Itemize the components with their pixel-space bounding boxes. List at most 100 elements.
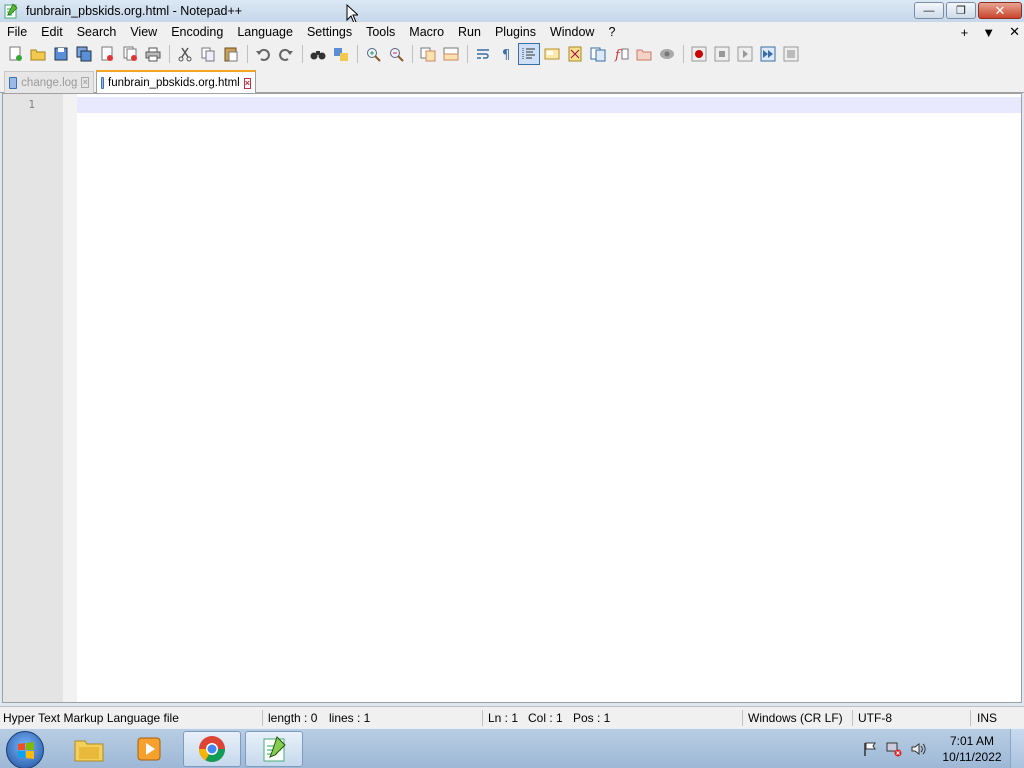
save-macro-button[interactable] — [780, 43, 802, 65]
chrome-icon — [198, 736, 226, 763]
status-eol-format[interactable]: Windows (CR LF) — [748, 711, 843, 725]
user-defined-language-button[interactable] — [541, 43, 563, 65]
menu-language[interactable]: Language — [230, 22, 300, 42]
menu-view[interactable]: View — [123, 22, 164, 42]
toolbar-separator — [169, 45, 170, 63]
tab-close-icon[interactable]: × — [243, 77, 251, 89]
taskbar-windows-explorer[interactable] — [60, 731, 118, 767]
tab-funbrain-pbskids[interactable]: funbrain_pbskids.org.html × — [96, 70, 256, 94]
clock-time: 7:01 AM — [949, 734, 995, 748]
save-button[interactable] — [50, 43, 72, 65]
zoom-in-button[interactable] — [362, 43, 384, 65]
play-icon — [737, 46, 753, 62]
menu-edit[interactable]: Edit — [34, 22, 70, 42]
tab-bar: change.log × funbrain_pbskids.org.html × — [0, 66, 1024, 94]
record-macro-button[interactable] — [688, 43, 710, 65]
system-clock[interactable]: 7:01 AM 10/11/2022 — [934, 733, 1010, 765]
new-tab-plus-icon[interactable]: + — [961, 25, 969, 40]
find-button[interactable] — [307, 43, 329, 65]
run-macro-multiple-button[interactable] — [757, 43, 779, 65]
system-tray: 7:01 AM 10/11/2022 — [862, 729, 1024, 768]
replace-button[interactable] — [330, 43, 352, 65]
close-document-icon[interactable]: ✕ — [1009, 24, 1020, 40]
status-encoding[interactable]: UTF-8 — [858, 711, 892, 725]
status-file-type: Hyper Text Markup Language file — [3, 711, 179, 725]
restore-button[interactable]: ❐ — [946, 2, 976, 19]
sync-horizontal-icon — [443, 47, 459, 61]
scissors-icon — [178, 47, 192, 62]
document-map-button[interactable] — [564, 43, 586, 65]
taskbar-chrome[interactable] — [183, 731, 241, 767]
monitoring-eye-icon — [660, 49, 674, 59]
indent-guide-icon — [522, 48, 535, 60]
sync-vertical-button[interactable] — [417, 43, 439, 65]
tab-close-icon[interactable]: × — [81, 77, 89, 88]
action-center-flag-icon[interactable] — [862, 741, 878, 757]
menu-search[interactable]: Search — [70, 22, 124, 42]
menu-tools[interactable]: Tools — [359, 22, 402, 42]
document-list-button[interactable] — [587, 43, 609, 65]
save-icon — [54, 47, 68, 61]
print-button[interactable] — [142, 43, 164, 65]
window-controls: — ❐ ✕ — [914, 2, 1022, 19]
menu-encoding[interactable]: Encoding — [164, 22, 230, 42]
volume-icon[interactable] — [910, 741, 926, 757]
menu-plugins[interactable]: Plugins — [488, 22, 543, 42]
redo-button[interactable] — [275, 43, 297, 65]
editor-area[interactable]: 1 — [2, 93, 1022, 703]
menu-file[interactable]: File — [0, 22, 34, 42]
close-button[interactable]: ✕ — [978, 2, 1022, 19]
fast-forward-icon — [760, 46, 776, 62]
new-file-button[interactable] — [4, 43, 26, 65]
network-disconnected-icon[interactable] — [886, 741, 902, 757]
indent-guide-button[interactable] — [518, 43, 540, 65]
fold-margin[interactable] — [63, 94, 77, 702]
stop-recording-button[interactable] — [711, 43, 733, 65]
tab-label: change.log — [21, 76, 78, 89]
redo-icon — [279, 48, 293, 61]
start-button[interactable] — [6, 731, 44, 768]
undo-button[interactable] — [252, 43, 274, 65]
tab-list-dropdown-icon[interactable]: ▼ — [982, 25, 995, 40]
open-file-button[interactable] — [27, 43, 49, 65]
toolbar-separator — [247, 45, 248, 63]
paste-button[interactable] — [220, 43, 242, 65]
function-list-button[interactable]: f — [610, 43, 632, 65]
undo-icon — [256, 48, 270, 61]
save-all-button[interactable] — [73, 43, 95, 65]
zoom-in-icon — [367, 48, 381, 62]
zoom-out-button[interactable] — [385, 43, 407, 65]
tab-change-log[interactable]: change.log × — [4, 71, 94, 93]
menu-macro[interactable]: Macro — [402, 22, 451, 42]
menu-settings[interactable]: Settings — [300, 22, 359, 42]
media-player-icon — [137, 737, 161, 761]
close-all-icon — [123, 46, 137, 61]
close-file-button[interactable] — [96, 43, 118, 65]
taskbar-notepad-plus-plus[interactable] — [245, 731, 303, 767]
minimize-button[interactable]: — — [914, 2, 944, 19]
word-wrap-button[interactable] — [472, 43, 494, 65]
taskbar-media-player[interactable] — [120, 731, 178, 767]
toolbar: ¶ f — [0, 42, 1024, 66]
status-divider — [742, 710, 743, 726]
status-insert-mode[interactable]: INS — [977, 711, 997, 725]
sync-horizontal-button[interactable] — [440, 43, 462, 65]
close-all-button[interactable] — [119, 43, 141, 65]
show-desktop-button[interactable] — [1010, 729, 1024, 768]
pilcrow-icon: ¶ — [502, 48, 510, 62]
folder-as-workspace-button[interactable] — [633, 43, 655, 65]
menu-help[interactable]: ? — [601, 22, 622, 42]
playback-macro-button[interactable] — [734, 43, 756, 65]
show-all-characters-button[interactable]: ¶ — [495, 43, 517, 65]
status-position: Pos : 1 — [573, 711, 611, 725]
word-wrap-icon — [477, 49, 489, 59]
window-title: funbrain_pbskids.org.html - Notepad++ — [26, 4, 243, 18]
cut-button[interactable] — [174, 43, 196, 65]
menu-window[interactable]: Window — [543, 22, 601, 42]
toolbar-separator — [357, 45, 358, 63]
monitoring-button[interactable] — [656, 43, 678, 65]
copy-button[interactable] — [197, 43, 219, 65]
menu-bar: File Edit Search View Encoding Language … — [0, 22, 1024, 42]
menu-run[interactable]: Run — [451, 22, 488, 42]
save-all-icon — [76, 46, 92, 62]
